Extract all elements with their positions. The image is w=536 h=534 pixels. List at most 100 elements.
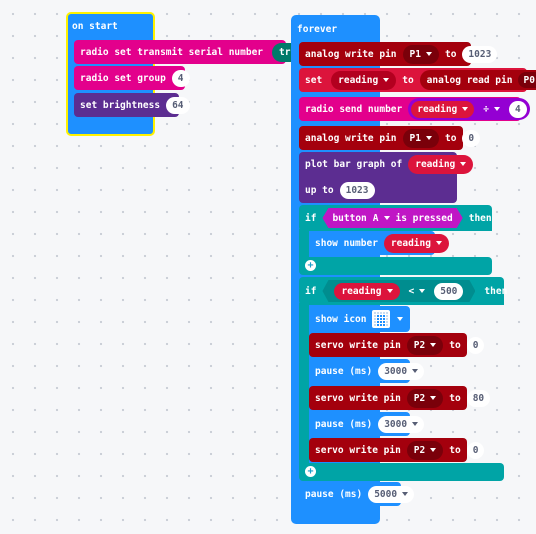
button-label: button	[332, 212, 367, 224]
chevron-down-icon	[402, 492, 409, 496]
pin-p2-value: P2	[413, 339, 426, 351]
variable-name: reading	[417, 103, 458, 115]
chevron-down-icon	[494, 107, 501, 111]
compare-operator-dropdown[interactable]: <	[409, 286, 426, 297]
variable-name: reading	[390, 237, 431, 249]
chevron-down-icon	[412, 369, 419, 373]
chevron-down-icon	[397, 317, 404, 321]
if-compare-footer[interactable]	[299, 463, 504, 481]
servo-write-block-2[interactable]: servo write pin P2 to 80	[309, 386, 491, 410]
servo-value-input[interactable]: 0	[466, 441, 485, 459]
pin-p2-dropdown[interactable]: P2	[406, 440, 444, 460]
variable-dropdown[interactable]: reading	[331, 70, 397, 90]
reading-variable[interactable]: reading	[411, 100, 475, 118]
radio-set-serial-block[interactable]: radio set transmit serial number true	[74, 40, 320, 64]
to-label: to	[444, 48, 457, 60]
if-button-footer[interactable]	[299, 257, 492, 275]
button-pressed-condition[interactable]: button A is pressed	[322, 208, 462, 228]
then-label: then	[484, 285, 508, 297]
chevron-down-icon	[425, 52, 432, 56]
button-dropdown[interactable]: A	[373, 213, 390, 224]
set-brightness-label: set brightness	[80, 99, 161, 111]
analog-write-block-2[interactable]: analog write pin P1 to 0	[299, 126, 481, 150]
pin-p2-value: P2	[413, 392, 426, 404]
up-to-input[interactable]: 1023	[339, 181, 375, 199]
pin-p2-dropdown[interactable]: P2	[406, 335, 444, 355]
brightness-input[interactable]: 64	[166, 96, 190, 114]
is-pressed-label: is pressed	[395, 212, 453, 224]
set-brightness-block[interactable]: set brightness 64	[74, 93, 190, 117]
pin-p2-dropdown[interactable]: P2	[406, 388, 444, 408]
ghost-icon	[372, 310, 391, 328]
analog-write-block-1[interactable]: analog write pin P1 to 1023	[299, 42, 498, 66]
divisor-input[interactable]: 4	[509, 100, 527, 118]
servo-write-label: servo write pin	[315, 444, 401, 456]
radio-send-block[interactable]: radio send number reading ÷ 4	[299, 97, 530, 121]
servo-write-block-1[interactable]: servo write pin P2 to 0	[309, 333, 485, 357]
radio-send-label: radio send number	[305, 103, 403, 115]
plot-bar-graph-row-2: up to 1023	[299, 178, 375, 202]
add-else-plus-icon[interactable]: +	[305, 466, 316, 477]
pause-block-end[interactable]: pause (ms) 5000	[299, 482, 415, 506]
pause-block-1[interactable]: pause (ms) 3000	[309, 359, 425, 383]
if-label: if	[305, 285, 317, 297]
on-start-hat: on start	[66, 14, 118, 38]
pin-p1-value: P1	[409, 48, 421, 60]
pin-p1-dropdown[interactable]: P1	[402, 44, 439, 64]
on-start-label: on start	[72, 20, 118, 32]
pause-block-2[interactable]: pause (ms) 3000	[309, 412, 425, 436]
operator-value: ÷	[483, 103, 490, 115]
radio-set-group-block[interactable]: radio set group 4	[74, 66, 190, 90]
reading-variable[interactable]: reading	[334, 283, 399, 300]
chevron-down-icon	[430, 343, 437, 347]
compare-value-input[interactable]: 500	[434, 283, 463, 300]
button-value: A	[372, 212, 379, 224]
chevron-down-icon	[387, 289, 393, 293]
to-label: to	[444, 132, 457, 144]
variable-name: reading	[338, 74, 379, 86]
divide-reporter[interactable]: reading ÷ 4	[408, 98, 530, 120]
chevron-down-icon	[419, 289, 425, 293]
servo-write-block-3[interactable]: servo write pin P2 to 0	[309, 438, 485, 462]
reading-variable[interactable]: reading	[408, 154, 474, 174]
analog-read-reporter[interactable]: analog read pin P0	[419, 70, 536, 90]
servo-write-label: servo write pin	[315, 339, 401, 351]
show-number-label: show number	[315, 237, 378, 249]
to-label: to	[449, 392, 461, 404]
if-compare-arm	[299, 303, 309, 465]
chevron-down-icon	[412, 422, 419, 426]
add-else-plus-icon[interactable]: +	[305, 260, 316, 271]
operator-dropdown[interactable]: ÷	[483, 103, 501, 115]
up-to-label: up to	[305, 184, 334, 196]
if-button-arm	[299, 229, 309, 259]
reading-variable[interactable]: reading	[383, 233, 449, 253]
analog-value-input[interactable]: 0	[462, 129, 481, 147]
compare-condition[interactable]: reading < 500	[322, 280, 475, 302]
pause-value-dropdown[interactable]: 3000	[378, 362, 425, 380]
chevron-down-icon	[435, 241, 442, 245]
forever-label: forever	[297, 23, 338, 35]
pause-label: pause (ms)	[315, 365, 373, 377]
to-label: to	[449, 339, 461, 351]
to-label: to	[402, 74, 414, 86]
radio-group-label: radio set group	[80, 72, 166, 84]
analog-value-input[interactable]: 1023	[462, 45, 498, 63]
pause-value-dropdown[interactable]: 3000	[378, 415, 425, 433]
show-number-block[interactable]: show number reading	[309, 231, 449, 255]
if-label: if	[305, 212, 317, 224]
pause-value-dropdown[interactable]: 5000	[368, 485, 415, 503]
chevron-down-icon	[430, 448, 437, 452]
set-reading-block[interactable]: set reading to analog read pin P0	[299, 68, 536, 92]
radio-group-input[interactable]: 4	[171, 69, 190, 87]
chevron-down-icon	[462, 107, 469, 111]
pin-p0-dropdown[interactable]: P0	[518, 72, 536, 88]
pin-p1-dropdown[interactable]: P1	[402, 128, 439, 148]
servo-value-input[interactable]: 80	[466, 389, 491, 407]
forever-hat: forever	[291, 17, 337, 41]
to-label: to	[449, 444, 461, 456]
servo-value-input[interactable]: 0	[466, 336, 485, 354]
show-icon-block[interactable]: show icon	[309, 306, 410, 332]
chevron-down-icon	[383, 78, 390, 82]
variable-name: reading	[415, 158, 456, 170]
icon-dropdown[interactable]	[372, 310, 404, 328]
